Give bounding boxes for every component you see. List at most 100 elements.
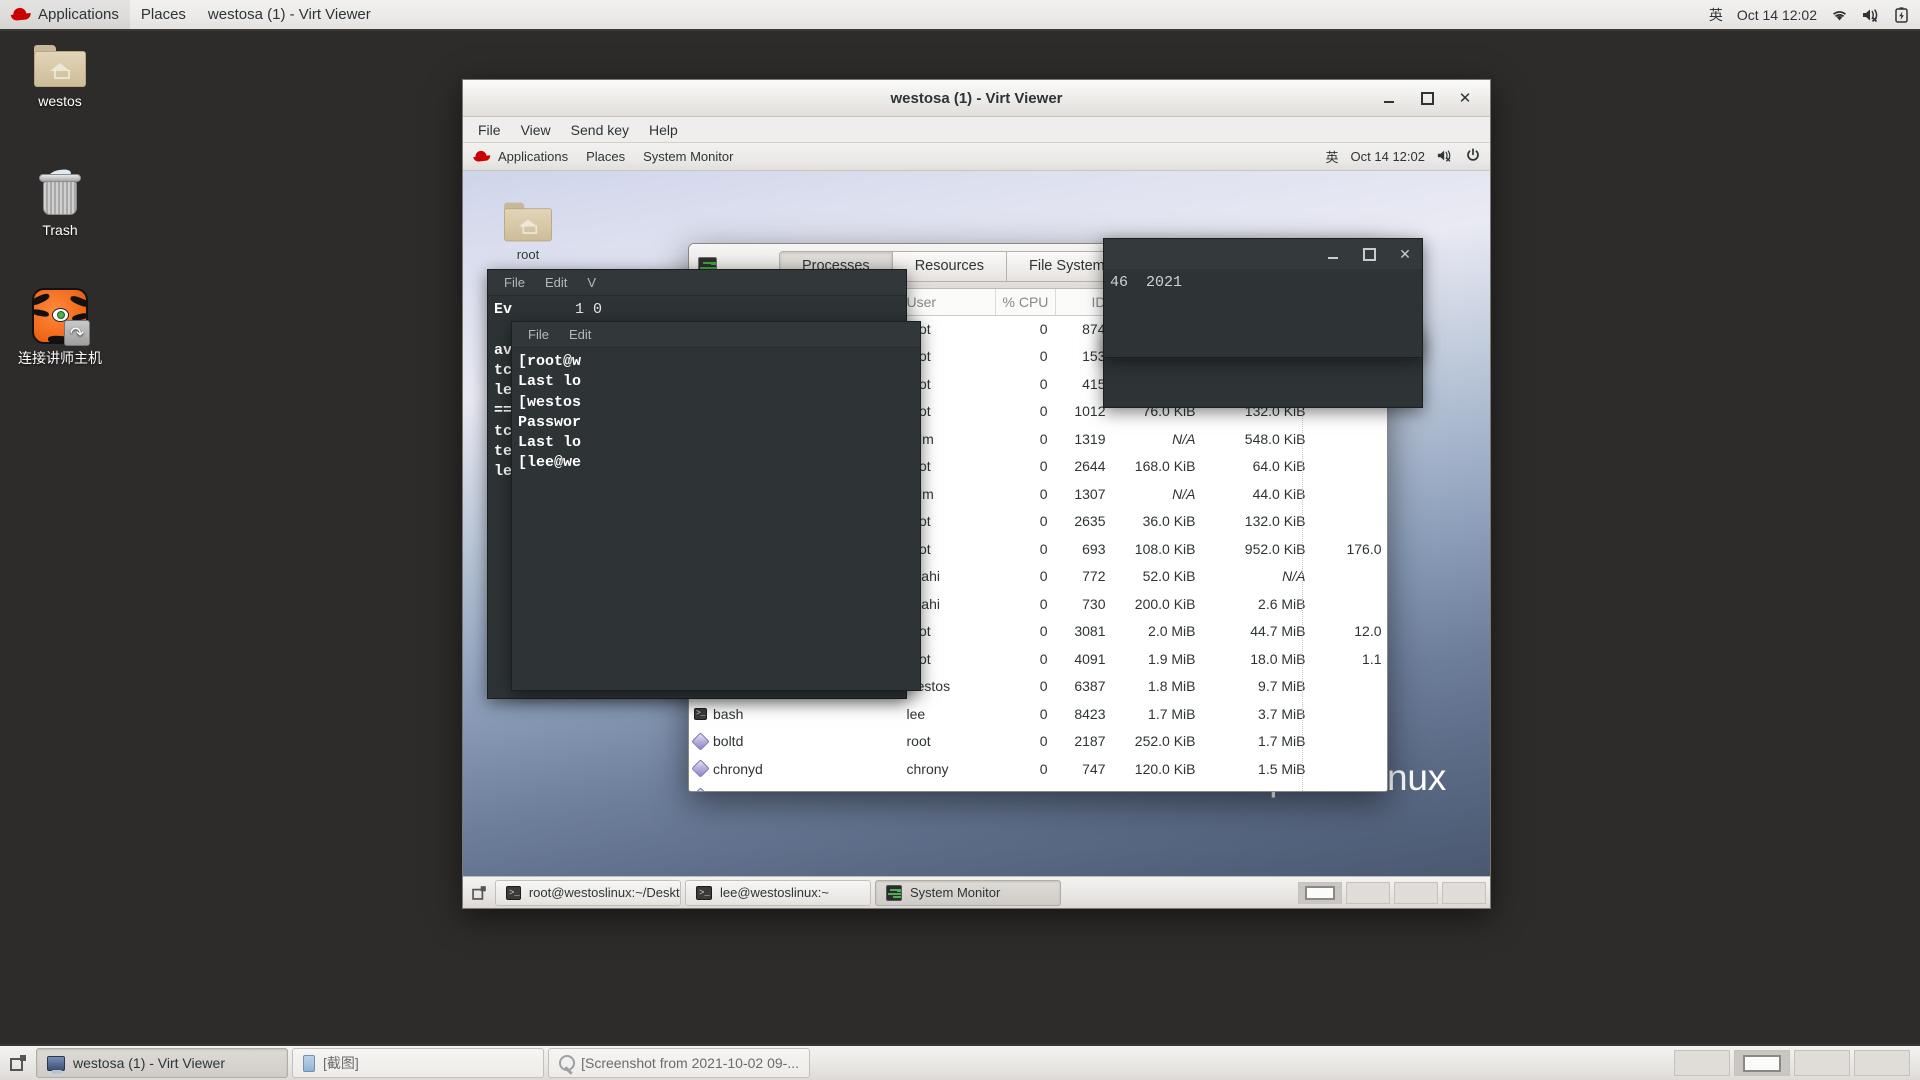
minimize-icon[interactable]	[1326, 247, 1340, 261]
desktop-icon-connect-instructor-host[interactable]: ↷ 连接讲师主机	[8, 288, 112, 367]
host-workspace-2[interactable]	[1734, 1050, 1790, 1076]
cell-process-name: colord	[689, 783, 899, 792]
close-icon[interactable]: ✕	[1398, 247, 1412, 261]
host-active-window-label: westosa (1) - Virt Viewer	[208, 6, 371, 23]
power-icon[interactable]	[1466, 148, 1480, 165]
menu-view[interactable]: V	[579, 274, 604, 291]
host-taskbar: westosa (1) - Virt Viewer [截图] [Screensh…	[0, 1044, 1920, 1080]
menu-file[interactable]: File	[469, 120, 510, 140]
guest-hidden-window-top[interactable]: ✕ 46 2021	[1103, 238, 1423, 358]
cell-disk-write	[1313, 700, 1387, 728]
menu-help[interactable]: Help	[640, 120, 687, 140]
cell-memory: 252.0 KiB	[1113, 728, 1203, 756]
guest-workspace-1[interactable]	[1298, 882, 1342, 904]
cell-memory: 2.0 MiB	[1113, 618, 1203, 646]
volume-muted-icon[interactable]	[1437, 149, 1454, 165]
guest-terminal-lee-body[interactable]: [root@w Last lo [westos Passwor Last lo …	[512, 348, 920, 690]
guest-clock[interactable]: Oct 14 12:02	[1351, 149, 1425, 164]
guest-hidden-window-titlebar[interactable]: ✕	[1104, 239, 1422, 269]
virt-viewer-icon	[47, 1056, 65, 1071]
cell-process-name: boltd	[689, 728, 899, 756]
process-diamond-icon	[691, 760, 709, 778]
host-applications-menu[interactable]: Applications	[0, 0, 130, 29]
desktop-icon-label: westos	[12, 93, 108, 110]
table-row[interactable]: >_bashlee084231.7 MiB3.7 MiB	[689, 700, 1387, 728]
wifi-icon[interactable]	[1831, 8, 1848, 22]
cell-disk-write	[1313, 673, 1387, 701]
guest-applications-menu[interactable]: Applications	[463, 143, 577, 170]
desktop-icon-trash[interactable]: Trash	[12, 172, 108, 239]
guest-task-button-system-monitor[interactable]: System Monitor	[875, 880, 1061, 906]
cell-disk-write	[1313, 563, 1387, 591]
menu-view[interactable]: View	[512, 120, 560, 140]
column-header-user[interactable]: User	[899, 289, 995, 315]
table-row[interactable]: colordcolord01539128.0 KiB3.2 MiB	[689, 783, 1387, 792]
guest-show-desktop-button[interactable]	[467, 880, 491, 906]
cell-disk-read: N/A	[1203, 563, 1313, 591]
tab-resources[interactable]: Resources	[893, 252, 1007, 281]
cell-id: 1319	[1055, 425, 1113, 453]
minimize-icon[interactable]	[1380, 89, 1398, 107]
guest-terminal-lee[interactable]: File Edit [root@w Last lo [westos Passwo…	[511, 321, 921, 691]
guest-desktop-icon-root[interactable]: root	[485, 201, 571, 262]
host-task-button-label: [Screenshot from 2021-10-02 09-...	[581, 1055, 799, 1071]
redhat-logo-icon	[474, 151, 491, 162]
guest-applications-label: Applications	[498, 149, 568, 164]
cell-cpu: 0	[995, 480, 1055, 508]
cell-user: colord	[899, 783, 995, 792]
host-workspace-3[interactable]	[1794, 1050, 1850, 1076]
virt-viewer-titlebar[interactable]: westosa (1) - Virt Viewer ✕	[463, 80, 1490, 117]
battery-charging-icon[interactable]	[1895, 7, 1908, 23]
guest-task-button-root-terminal[interactable]: >_ root@westoslinux:~/Desktop	[495, 880, 681, 906]
host-places-menu[interactable]: Places	[130, 0, 197, 29]
cell-memory: 120.0 KiB	[1113, 755, 1203, 783]
table-row[interactable]: boltdroot02187252.0 KiB1.7 MiB	[689, 728, 1387, 756]
guest-taskbar: >_ root@westoslinux:~/Desktop >_ lee@wes…	[463, 876, 1490, 908]
volume-muted-icon[interactable]	[1862, 8, 1881, 22]
close-icon[interactable]: ✕	[1456, 89, 1474, 107]
host-workspace-switcher	[1674, 1050, 1916, 1076]
host-task-button-virt-viewer[interactable]: westosa (1) - Virt Viewer	[36, 1048, 288, 1078]
table-row[interactable]: chronydchrony0747120.0 KiB1.5 MiB	[689, 755, 1387, 783]
guest-places-menu[interactable]: Places	[577, 143, 634, 170]
input-method-indicator[interactable]: 英	[1709, 5, 1723, 25]
guest-workspace-4[interactable]	[1442, 882, 1486, 904]
cell-memory: 108.0 KiB	[1113, 535, 1203, 563]
menu-send-key[interactable]: Send key	[562, 120, 638, 140]
host-desktop: Applications Places westosa (1) - Virt V…	[0, 0, 1920, 1080]
guest-task-button-lee-terminal[interactable]: >_ lee@westoslinux:~	[685, 880, 871, 906]
maximize-icon[interactable]	[1362, 247, 1376, 261]
column-header-cpu[interactable]: % CPU	[995, 289, 1055, 315]
host-show-desktop-button[interactable]	[4, 1048, 32, 1078]
menu-file[interactable]: File	[520, 326, 557, 343]
maximize-icon[interactable]	[1418, 89, 1436, 107]
host-workspace-1[interactable]	[1674, 1050, 1730, 1076]
guest-active-app-menu[interactable]: System Monitor	[634, 143, 742, 170]
host-clock[interactable]: Oct 14 12:02	[1737, 7, 1817, 23]
guest-terminal-root-menubar: File Edit V	[488, 270, 906, 296]
cell-memory: N/A	[1113, 480, 1203, 508]
guest-workspace-3[interactable]	[1394, 882, 1438, 904]
process-name-label: boltd	[713, 733, 743, 749]
cell-memory: 52.0 KiB	[1113, 563, 1203, 591]
host-active-window-menu[interactable]: westosa (1) - Virt Viewer	[197, 0, 382, 29]
guest-workspace-2[interactable]	[1346, 882, 1390, 904]
cell-cpu: 0	[995, 645, 1055, 673]
cell-disk-read: 952.0 KiB	[1203, 535, 1313, 563]
menu-edit[interactable]: Edit	[537, 274, 575, 291]
menu-file[interactable]: File	[496, 274, 533, 291]
cell-id: 3081	[1055, 618, 1113, 646]
host-workspace-4[interactable]	[1854, 1050, 1910, 1076]
cell-cpu: 0	[995, 398, 1055, 426]
cell-disk-write: 1.1	[1313, 645, 1387, 673]
guest-task-button-label: lee@westoslinux:~	[720, 885, 829, 900]
desktop-icon-westos[interactable]: westos	[12, 45, 108, 110]
guest-input-method-indicator[interactable]: 英	[1326, 147, 1339, 166]
host-task-button-screenshot-doc[interactable]: [截图]	[292, 1048, 544, 1078]
host-task-button-screenshot-image[interactable]: [Screenshot from 2021-10-02 09-...	[548, 1048, 810, 1078]
cell-memory: 1.9 MiB	[1113, 645, 1203, 673]
cell-disk-read: 132.0 KiB	[1203, 508, 1313, 536]
cell-id: 8423	[1055, 700, 1113, 728]
cell-id: 6387	[1055, 673, 1113, 701]
menu-edit[interactable]: Edit	[561, 326, 599, 343]
